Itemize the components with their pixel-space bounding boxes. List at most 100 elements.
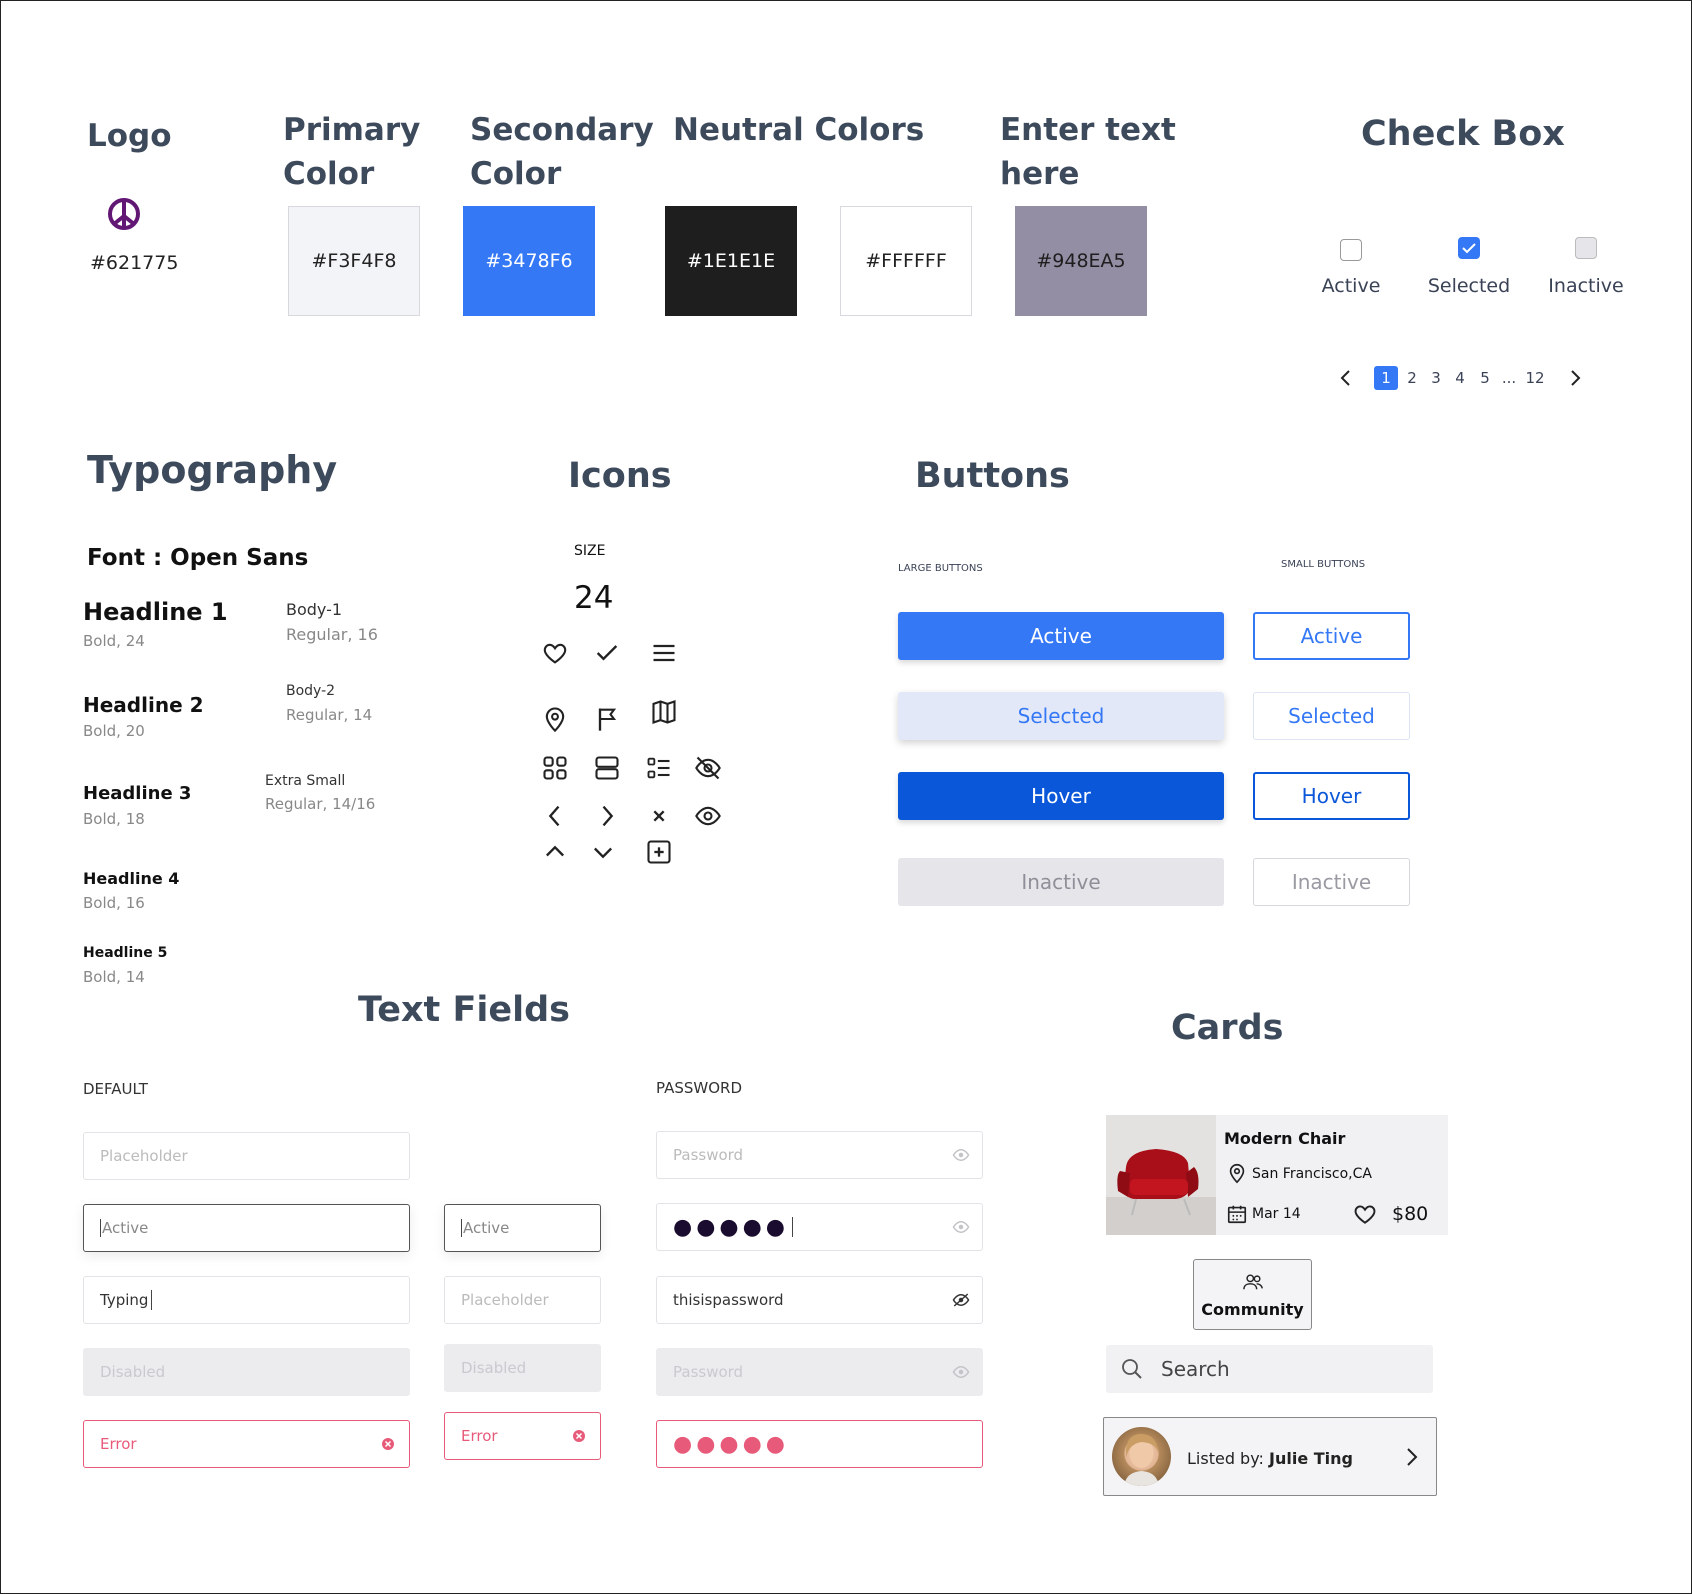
listed-by-card[interactable]: Listed by: Julie Ting [1103,1417,1437,1496]
secondary-heading-line2: Color [470,156,562,192]
primary-heading-line1: Primary [283,112,421,148]
icons-heading: Icons [568,456,672,496]
primary-heading-line2: Color [283,156,375,192]
eye-icon[interactable] [952,1146,970,1164]
primary-hex: #F3F4F8 [311,250,397,272]
pagination-page-last[interactable]: 12 [1521,369,1549,387]
font-name: Font : Open Sans [87,545,309,571]
location-pin-icon [1226,1161,1248,1185]
peace-icon [106,196,142,232]
text-caret [461,1219,462,1237]
extra-heading-line1: Enter text [1000,112,1176,148]
extra-heading: Enter text here [1000,108,1176,196]
pagination-next-icon[interactable] [1566,368,1584,388]
neutral-heading: Neutral Colors [673,112,925,148]
pagination-page-1[interactable]: 1 [1374,366,1398,390]
pagination-ellipsis: ... [1501,369,1517,387]
chevron-right-icon[interactable] [1402,1446,1422,1468]
product-card[interactable]: Modern Chair San Francisco,CA Mar 14 $80 [1106,1115,1448,1235]
small-hover-button[interactable]: Hover [1253,772,1410,820]
pagination-page-2[interactable]: 2 [1400,369,1424,387]
password-masked-field[interactable]: ●●●●● [656,1203,983,1251]
headline-2: Headline 2 [83,693,204,717]
secondary-heading-line1: Secondary [470,112,654,148]
check-icon [593,639,621,667]
large-selected-button[interactable]: Selected [898,692,1224,740]
large-inactive-button: Inactive [898,858,1224,906]
extra-heading-line2: here [1000,156,1080,192]
typography-heading: Typography [87,448,338,492]
secondary-hex: #3478F6 [485,250,573,272]
plus-square-icon [645,838,673,866]
placeholder-field-small[interactable]: Placeholder [444,1276,601,1324]
active-field[interactable]: Active [83,1204,410,1252]
large-active-button[interactable]: Active [898,612,1224,660]
list-icon [645,754,673,782]
listed-by-text: Listed by: Julie Ting [1187,1449,1353,1468]
neutral-dark-swatch: #1E1E1E [665,206,797,316]
eye-icon [694,802,722,830]
eye-off-icon [694,754,722,782]
large-hover-button[interactable]: Hover [898,772,1224,820]
text-caret [791,1217,793,1237]
error-field-small[interactable]: Error [444,1412,601,1460]
search-bar[interactable]: Search [1106,1345,1433,1393]
extra-small: Extra Small [265,773,346,789]
neutral-light-swatch: #FFFFFF [840,206,972,316]
password-error-field[interactable]: ●●●●● [656,1420,983,1468]
checkbox-selected[interactable] [1458,237,1480,259]
primary-swatch: #F3F4F8 [288,206,420,316]
disabled-field: Disabled [83,1348,410,1396]
logo-hex: #621775 [90,252,179,274]
search-icon [1120,1357,1144,1381]
password-placeholder-field[interactable]: Password [656,1131,983,1179]
primary-heading: Primary Color [283,108,420,196]
neutral-dark-hex: #1E1E1E [686,250,776,272]
heart-icon [541,639,569,667]
password-disabled-field: Password [656,1348,983,1396]
buttons-heading: Buttons [915,456,1070,496]
heart-icon[interactable] [1352,1201,1378,1227]
flag-icon [593,705,621,733]
icon-size-value: 24 [574,580,614,616]
placeholder-field[interactable]: Placeholder [83,1132,410,1180]
active-field-small[interactable]: Active [444,1204,601,1252]
search-input[interactable]: Search [1161,1357,1230,1381]
error-clear-icon[interactable] [379,1435,397,1453]
grid-icon [541,754,569,782]
product-name: Modern Chair [1224,1129,1346,1148]
password-label: PASSWORD [656,1079,743,1097]
location-pin-icon [541,705,569,733]
small-selected-button[interactable]: Selected [1253,692,1410,740]
logo-heading: Logo [87,118,172,154]
text-fields-heading: Text Fields [358,990,570,1030]
checkbox-active[interactable] [1340,239,1362,261]
checkbox-active-label: Active [1321,275,1381,297]
listed-by-name: Julie Ting [1269,1449,1353,1468]
small-active-button[interactable]: Active [1253,612,1410,660]
pagination-page-4[interactable]: 4 [1448,369,1472,387]
default-label: DEFAULT [83,1080,148,1098]
typing-field[interactable]: Typing [83,1276,410,1324]
neutral-light-hex: #FFFFFF [865,250,947,272]
headline-1-spec: Bold, 24 [83,632,145,650]
body-2: Body-2 [286,683,336,699]
eye-icon[interactable] [952,1218,970,1236]
community-button[interactable]: Community [1193,1259,1312,1330]
password-visible-field[interactable]: thisispassword [656,1276,983,1324]
avatar [1112,1427,1171,1486]
product-date: Mar 14 [1252,1206,1301,1222]
pagination-page-3[interactable]: 3 [1424,369,1448,387]
muted-swatch: #948EA5 [1015,206,1147,316]
eye-off-icon[interactable] [952,1291,970,1309]
error-clear-icon[interactable] [570,1427,588,1445]
rows-icon [593,754,621,782]
small-buttons-label: SMALL BUTTONS [1281,559,1366,570]
text-caret [100,1219,101,1237]
body-1-spec: Regular, 16 [286,625,378,644]
product-image [1106,1115,1216,1235]
pagination-prev-icon[interactable] [1337,368,1355,388]
pagination-page-5[interactable]: 5 [1473,369,1497,387]
small-inactive-button: Inactive [1253,858,1410,906]
error-field[interactable]: Error [83,1420,410,1468]
